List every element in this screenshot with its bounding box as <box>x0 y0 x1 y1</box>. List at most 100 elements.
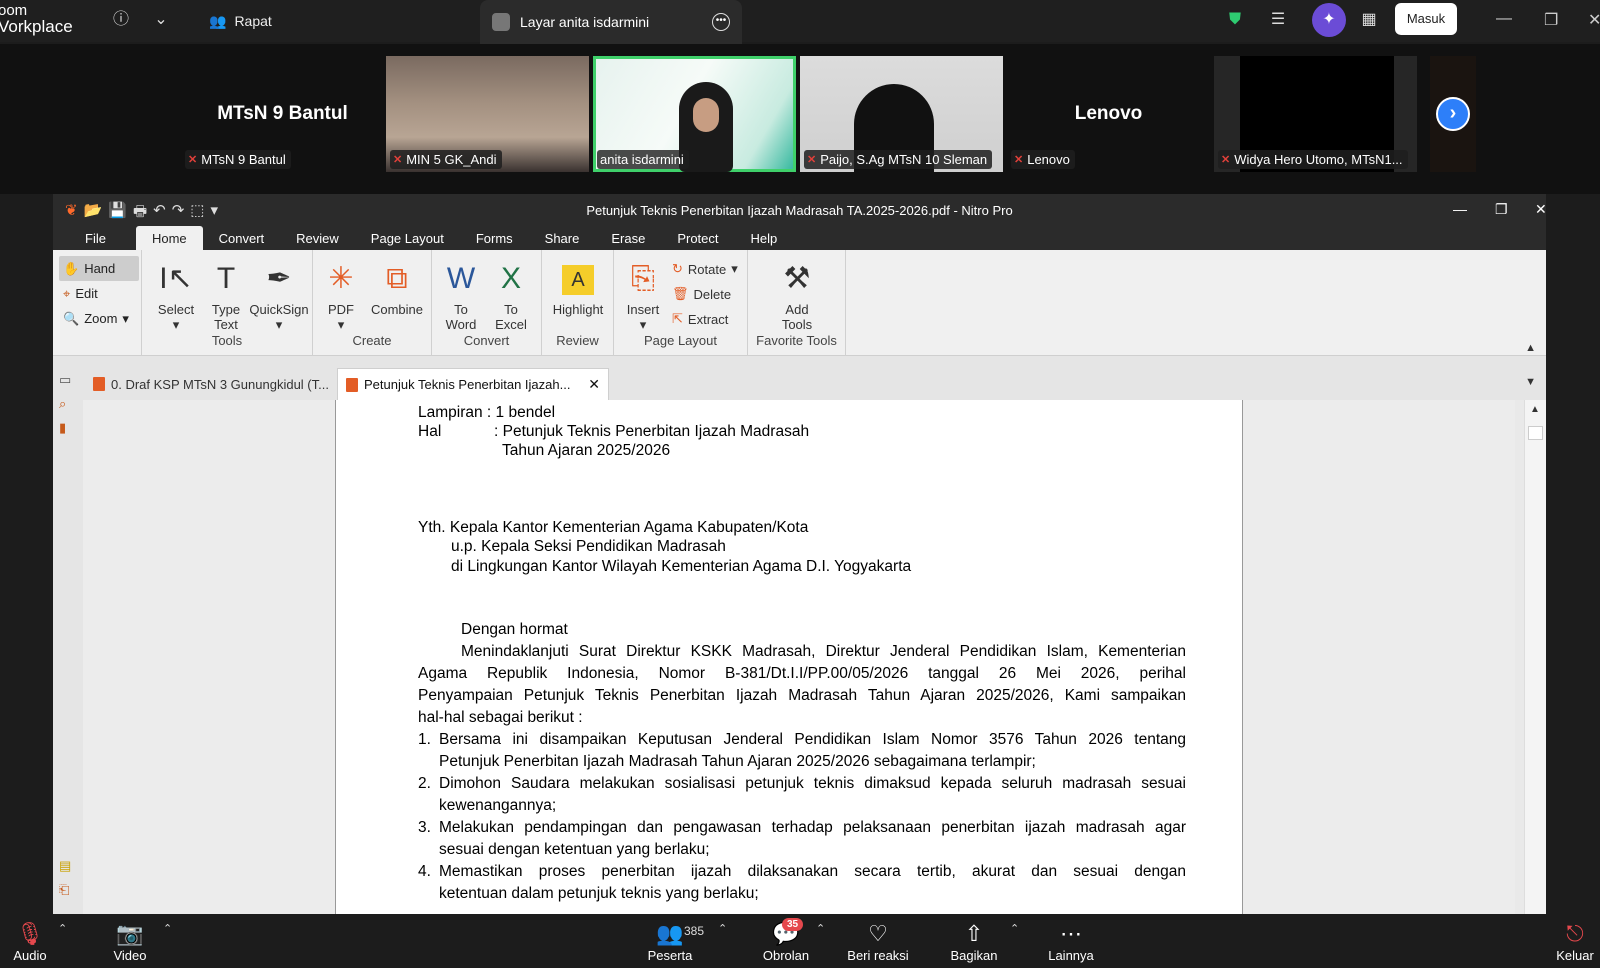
more-button[interactable]: ⋯ Lainnya <box>1046 920 1096 963</box>
tab-review[interactable]: Review <box>280 226 355 250</box>
share-tab-label: Layar anita isdarmini <box>520 14 650 30</box>
insert-button[interactable]: ⎘ Insert ▾ <box>620 258 666 332</box>
doc-item-number: 4. <box>418 863 431 880</box>
excel-icon: X <box>500 262 521 295</box>
quicksign-button[interactable]: ✒ QuickSign ▾ <box>248 258 310 332</box>
doc-item1-line2: Petunjuk Penerbitan Ijazah Madrasah Tahu… <box>439 753 1036 770</box>
audio-options-icon[interactable]: ⌃ <box>58 922 67 935</box>
ai-companion-icon[interactable]: ✦ <box>1312 3 1346 37</box>
navigation-tools: ✋ Hand ⌖ Edit 🔍 Zoom ▾ <box>59 256 139 331</box>
signin-button[interactable]: Masuk <box>1395 3 1457 35</box>
tab-protect[interactable]: Protect <box>661 226 734 250</box>
share-options-icon[interactable]: ⌃ <box>1010 922 1019 935</box>
next-page-icon[interactable]: › <box>1436 97 1470 131</box>
nitro-minimize-icon[interactable]: — <box>1453 201 1467 217</box>
rotate-button[interactable]: ↻ Rotate ▾ <box>672 258 738 280</box>
tab-file[interactable]: File <box>53 226 136 250</box>
zoom-tool[interactable]: 🔍 Zoom ▾ <box>59 306 139 331</box>
tab-convert[interactable]: Convert <box>203 226 281 250</box>
video-off-icon: 📷 <box>116 921 144 946</box>
zoom-window: oom Vorkplace ⓘ ⌄ 👥 Rapat Layar anita is… <box>0 0 1600 968</box>
participants-options-icon[interactable]: ⌃ <box>718 922 727 935</box>
doc-item2-line2: kewenangannya; <box>439 797 557 814</box>
comments-panel-icon[interactable]: ▤ <box>59 858 75 874</box>
video-tile-active-speaker[interactable]: anita isdarmini <box>593 56 796 172</box>
hand-tool[interactable]: ✋ Hand <box>59 256 139 281</box>
meeting-tab[interactable]: 👥 Rapat <box>199 0 282 42</box>
attachments-panel-icon[interactable]: ⎗ <box>59 882 75 898</box>
notes-icon[interactable]: ☰ <box>1267 9 1289 31</box>
doc-tab-draf-ksp[interactable]: 0. Draf KSP MTsN 3 Gunungkidul (T... <box>85 368 337 400</box>
scroll-up-icon[interactable]: ▲ <box>1530 404 1540 415</box>
group-label-page-layout: Page Layout <box>643 333 717 348</box>
info-icon[interactable]: ⓘ <box>110 9 132 31</box>
search-panel-icon[interactable]: ⌕ <box>59 396 75 412</box>
brand-line-2: Vorkplace <box>0 17 73 36</box>
tab-home[interactable]: Home <box>135 226 203 250</box>
zoom-icon: 🔍 <box>63 310 80 326</box>
tile-label: ✕ Lenovo <box>1011 150 1075 169</box>
more-options-icon[interactable]: ••• <box>712 13 730 31</box>
speaker-face <box>693 98 719 132</box>
audio-button[interactable]: 🎙 Audio <box>10 920 50 963</box>
security-shield-icon[interactable]: ⛊ <box>1224 9 1246 31</box>
tab-help[interactable]: Help <box>735 226 794 250</box>
delete-button[interactable]: 🗑 Delete <box>672 283 731 305</box>
leave-button[interactable]: ⎋ Keluar <box>1552 920 1598 963</box>
video-options-icon[interactable]: ⌃ <box>163 922 172 935</box>
scroll-thumb[interactable] <box>1528 426 1543 440</box>
mic-off-icon: ✕ <box>393 154 403 166</box>
leave-icon: ⎋ <box>1566 921 1584 946</box>
close-icon[interactable]: ✕ <box>1588 10 1600 30</box>
nitro-restore-icon[interactable]: ❐ <box>1495 201 1508 218</box>
tab-list-icon[interactable]: ▼ <box>1525 376 1536 388</box>
tab-page-layout[interactable]: Page Layout <box>355 226 460 250</box>
vertical-scrollbar[interactable]: ▲ <box>1524 400 1546 914</box>
nitro-close-icon[interactable]: ✕ <box>1535 201 1547 218</box>
highlight-button[interactable]: A Highlight <box>548 258 608 317</box>
pages-panel-icon[interactable]: ▭ <box>59 372 75 388</box>
select-button[interactable]: I↖ Select ▾ <box>150 258 202 332</box>
chevron-down-icon[interactable]: ⌄ <box>150 9 172 31</box>
to-word-button[interactable]: W To Word <box>438 258 484 332</box>
group-label-review: Review <box>556 333 599 348</box>
close-tab-icon[interactable]: ✕ <box>588 376 600 393</box>
ribbon-tabs: File Home Convert Review Page Layout For… <box>53 226 1546 250</box>
apps-icon[interactable]: ▦ <box>1358 9 1380 31</box>
video-tile[interactable]: ✕ Paijo, S.Ag MTsN 10 Sleman <box>800 56 1003 172</box>
add-tools-button[interactable]: ⚒ Add Tools <box>772 258 822 332</box>
doc-item2-line1: Dimohon Saudara melakukan sosialisasi pe… <box>439 775 1186 792</box>
restore-icon[interactable]: ❐ <box>1544 10 1558 30</box>
react-button[interactable]: ♡ Beri reaksi <box>845 920 911 963</box>
video-tile[interactable]: Lenovo ✕ Lenovo <box>1007 56 1210 172</box>
to-excel-button[interactable]: X To Excel <box>488 258 534 332</box>
share-button[interactable]: ⇧ Bagikan <box>946 920 1002 963</box>
document-viewport[interactable]: Lampiran : 1 bendel Hal : Petunjuk Tekni… <box>83 400 1515 914</box>
edit-tool[interactable]: ⌖ Edit <box>59 281 139 306</box>
document-tabs: 0. Draf KSP MTsN 3 Gunungkidul (T... Pet… <box>53 356 1546 400</box>
doc-para1-line3: Penyampaian Petunjuk Teknis Penerbitan I… <box>418 687 1186 704</box>
chat-options-icon[interactable]: ⌃ <box>816 922 825 935</box>
tile-label: anita isdarmini <box>597 150 689 169</box>
group-favorite-tools: ⚒ Add Tools Favorite Tools <box>748 250 846 356</box>
type-text-button[interactable]: T Type Text <box>200 258 252 332</box>
extract-button[interactable]: ⇱ Extract <box>672 308 728 330</box>
participant-count: 385 <box>684 924 705 938</box>
collapse-ribbon-icon[interactable]: ▲ <box>1525 342 1536 354</box>
combine-button[interactable]: ⧉ Combine <box>367 258 427 317</box>
video-tile[interactable]: ✕ MIN 5 GK_Andi <box>386 56 589 172</box>
doc-tab-petunjuk-teknis[interactable]: Petunjuk Teknis Penerbitan Ijazah... ✕ <box>337 368 609 400</box>
video-button[interactable]: 📷 Video <box>108 920 152 963</box>
tab-share[interactable]: Share <box>529 226 596 250</box>
meeting-tab-label: Rapat <box>234 13 272 29</box>
video-tile[interactable]: MTsN 9 Bantul ✕ MTsN 9 Bantul <box>181 56 384 172</box>
screen-share-tab[interactable]: Layar anita isdarmini ••• <box>480 0 742 44</box>
chat-button[interactable]: 💬 Obrolan 35 <box>756 918 816 963</box>
tab-erase[interactable]: Erase <box>595 226 661 250</box>
minimize-icon[interactable]: — <box>1496 10 1512 28</box>
insert-page-icon: ⎘ <box>631 262 655 295</box>
tab-forms[interactable]: Forms <box>460 226 529 250</box>
pdf-button[interactable]: ✳ PDF ▾ <box>319 258 363 332</box>
bookmarks-panel-icon[interactable]: ▮ <box>59 420 75 436</box>
video-tile[interactable]: ✕ Widya Hero Utomo, MTsN1... <box>1214 56 1417 172</box>
